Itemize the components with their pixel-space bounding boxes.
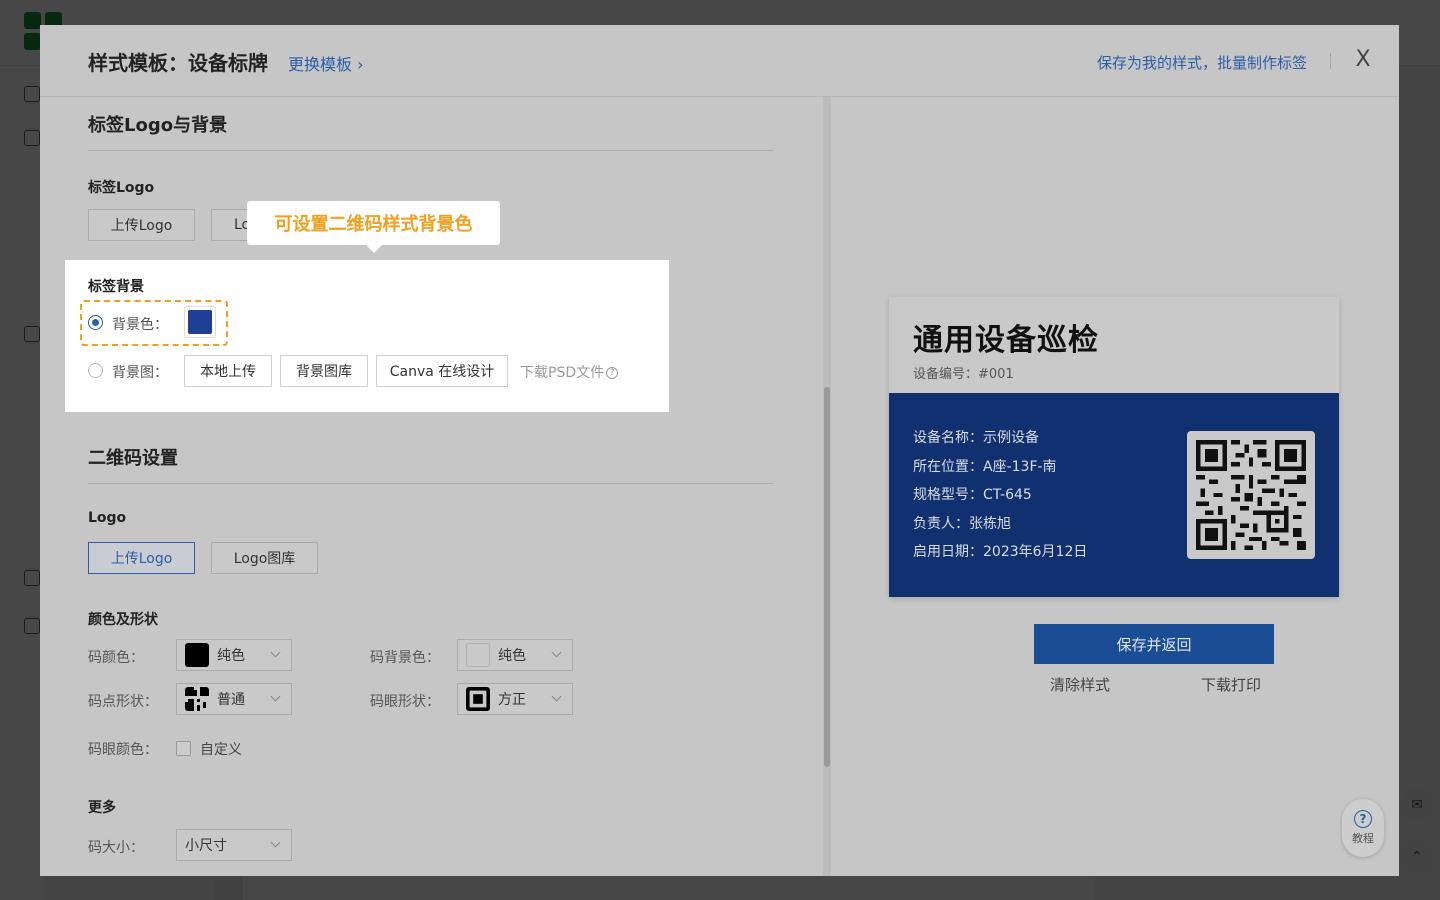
bg-color-swatch [188, 310, 212, 334]
eye-shape-select[interactable]: 方正 [457, 683, 573, 715]
label-background-subtitle: 标签背景 [88, 279, 144, 295]
size-label: 码大小： [88, 840, 144, 856]
eye-color-label: 码眼颜色： [88, 742, 158, 758]
label-device-code: 设备编号：#001 [913, 367, 1014, 382]
bg-color-label: 背景色： [112, 317, 168, 333]
bg-image-label: 背景图： [112, 365, 168, 381]
scrollbar[interactable] [823, 97, 831, 876]
question-icon: ? [606, 367, 619, 379]
dot-shape-select[interactable]: 普通 [176, 683, 292, 715]
label-logo-subtitle: 标签Logo [88, 180, 155, 196]
label-background-spotlight: 标签背景 背景色： 背景图： 本地上传 背景图库 Canva 在线设计 下载PS… [65, 260, 669, 412]
tutorial-button[interactable]: ? 教程 [1342, 799, 1384, 857]
label-field: 规格型号：CT-645 [913, 487, 1032, 503]
chevron-down-icon [270, 837, 281, 848]
upload-qr-logo-button[interactable]: 上传Logo [88, 542, 195, 574]
modal-title: 样式模板：设备标牌 [88, 51, 268, 75]
clear-style-link[interactable]: 清除样式 [1050, 674, 1110, 695]
label-title: 通用设备巡检 [913, 323, 1099, 358]
bg-library-button[interactable]: 背景图库 [280, 355, 368, 387]
color-shape-subtitle: 颜色及形状 [88, 612, 158, 628]
code-bg-color-value: 纯色 [498, 648, 526, 664]
black-swatch [185, 643, 209, 667]
section-title-label-logo-bg: 标签Logo与背景 [88, 115, 228, 136]
bg-color-picker[interactable] [184, 306, 216, 338]
change-template-link[interactable]: 更换模板 › [288, 51, 364, 75]
qr-eye-icon [466, 687, 490, 711]
bg-image-radio[interactable] [88, 363, 103, 378]
download-print-link[interactable]: 下载打印 [1201, 674, 1261, 695]
preview-area: 通用设备巡检 设备编号：#001 设备名称：示例设备 所在位置：A座-13F-南… [831, 97, 1399, 876]
canva-design-button[interactable]: Canva 在线设计 [376, 355, 508, 387]
chevron-down-icon [551, 691, 562, 702]
download-psd-text: 下载PSD文件 [520, 365, 605, 381]
qr-code [1187, 431, 1315, 559]
download-psd-link[interactable]: 下载PSD文件? [520, 362, 619, 382]
save-as-my-style-link[interactable]: 保存为我的样式，批量制作标签 [1097, 52, 1307, 73]
style-template-modal: 样式模板：设备标牌 更换模板 › 保存为我的样式，批量制作标签 X 标签Logo… [40, 25, 1399, 876]
scroll-thumb[interactable] [824, 387, 830, 767]
qr-code-image [1196, 440, 1306, 550]
divider [88, 150, 774, 151]
size-value: 小尺寸 [185, 838, 227, 854]
eye-shape-value: 方正 [498, 692, 526, 708]
label-preview-card: 通用设备巡检 设备编号：#001 设备名称：示例设备 所在位置：A座-13F-南… [889, 297, 1339, 597]
label-header: 通用设备巡检 设备编号：#001 [889, 297, 1339, 393]
qr-logo-library-button[interactable]: Logo图库 [211, 542, 318, 574]
header-divider [1330, 53, 1331, 69]
close-icon[interactable]: X [1351, 47, 1375, 72]
guide-tooltip: 可设置二维码样式背景色 [247, 201, 500, 253]
save-and-return-button[interactable]: 保存并返回 [1034, 624, 1274, 664]
local-upload-button[interactable]: 本地上传 [184, 355, 272, 387]
eye-color-custom-checkbox[interactable] [176, 741, 191, 756]
label-field: 设备名称：示例设备 [913, 430, 1039, 446]
code-color-label: 码颜色： [88, 650, 144, 666]
tutorial-label: 教程 [1352, 832, 1374, 845]
dot-shape-value: 普通 [217, 692, 245, 708]
label-body: 设备名称：示例设备 所在位置：A座-13F-南 规格型号：CT-645 负责人：… [889, 393, 1339, 597]
qr-dots-icon [185, 687, 209, 711]
label-field: 负责人：张栋旭 [913, 516, 1011, 532]
section-title-qr-settings: 二维码设置 [88, 448, 178, 469]
bg-color-radio[interactable] [88, 315, 103, 330]
code-color-select[interactable]: 纯色 [176, 639, 292, 671]
label-field: 所在位置：A座-13F-南 [913, 459, 1057, 475]
chevron-down-icon [270, 647, 281, 658]
dot-shape-label: 码点形状： [88, 694, 158, 710]
white-swatch [466, 643, 490, 667]
size-select[interactable]: 小尺寸 [176, 829, 292, 861]
chevron-down-icon [270, 691, 281, 702]
qr-logo-subtitle: Logo [88, 510, 127, 526]
upload-label-logo-button[interactable]: 上传Logo [88, 209, 195, 241]
help-icon: ? [1354, 810, 1372, 828]
code-bg-color-select[interactable]: 纯色 [457, 639, 573, 671]
code-bg-color-label: 码背景色： [370, 650, 440, 666]
modal-header: 样式模板：设备标牌 更换模板 › 保存为我的样式，批量制作标签 X [40, 25, 1399, 97]
more-subtitle: 更多 [88, 800, 116, 816]
label-field: 启用日期：2023年6月12日 [913, 544, 1088, 560]
chevron-down-icon [551, 647, 562, 658]
code-color-value: 纯色 [217, 648, 245, 664]
eye-color-custom-label: 自定义 [200, 742, 242, 758]
divider [88, 483, 774, 484]
eye-shape-label: 码眼形状： [370, 694, 440, 710]
